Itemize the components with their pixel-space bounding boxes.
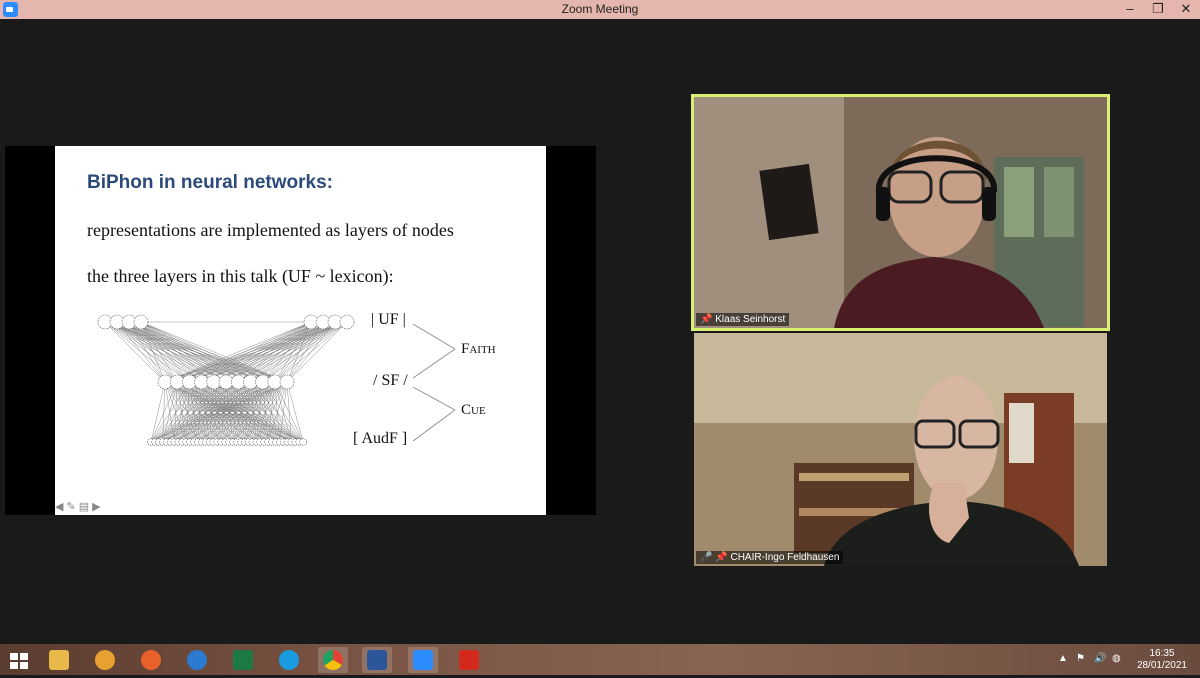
previous-slide-icon[interactable]: ◀ <box>55 501 64 513</box>
zoom-button[interactable] <box>408 647 438 673</box>
system-clock[interactable]: 16:35 28/01/2021 <box>1137 648 1187 672</box>
participant-video <box>694 333 1107 566</box>
network-node <box>194 374 209 390</box>
neural-network-diagram <box>97 314 456 446</box>
close-button[interactable]: ✕ <box>1172 0 1200 19</box>
word-icon <box>367 650 387 670</box>
network-node <box>182 374 197 390</box>
excel-button[interactable] <box>228 647 258 673</box>
edge-legacy-button[interactable] <box>182 647 212 673</box>
edge-button[interactable] <box>274 647 304 673</box>
sf-label: / SF / <box>373 372 408 389</box>
network-icon[interactable]: ◍ <box>1112 653 1121 664</box>
title-bar: Zoom Meeting – ❐ ✕ <box>0 0 1200 19</box>
muted-mic-icon: 🎤 <box>700 552 713 563</box>
excel-icon <box>233 650 253 670</box>
network-node <box>169 374 185 390</box>
acrobat-icon <box>459 650 479 670</box>
edge-legacy-icon <box>187 650 207 670</box>
settings-button[interactable] <box>90 647 120 673</box>
acrobat-button[interactable] <box>454 647 484 673</box>
network-node <box>255 374 270 390</box>
participant-video-tile[interactable]: 🎤 📌 CHAIR-Ingo Feldhausen <box>694 333 1107 566</box>
flag-icon[interactable]: ⚑ <box>1076 653 1085 664</box>
participant-name-label: 🎤 📌 CHAIR-Ingo Feldhausen <box>696 551 844 564</box>
network-node <box>303 314 319 330</box>
slide-navigation: ◀ ✎ ▤ ▶ <box>55 500 104 513</box>
network-node <box>206 374 222 390</box>
network-node <box>97 314 113 330</box>
network-node <box>218 374 234 390</box>
participant-name-label: 📌 Klaas Seinhorst <box>696 313 790 326</box>
menu-icon[interactable]: ▤ <box>79 501 90 513</box>
network-node <box>243 374 258 390</box>
network-node <box>133 314 149 330</box>
minimize-button[interactable]: – <box>1116 0 1144 19</box>
faith-label: Faith <box>461 341 496 357</box>
edge-icon <box>279 650 299 670</box>
word-button[interactable] <box>362 647 392 673</box>
firefox-icon <box>141 650 161 670</box>
participant-video <box>694 97 1107 328</box>
volume-icon[interactable]: 🔊 <box>1094 653 1106 664</box>
next-slide-icon[interactable]: ▶ <box>92 501 101 513</box>
firefox-button[interactable] <box>136 647 166 673</box>
network-node <box>327 314 343 330</box>
audf-label: [ AudF ] <box>353 430 408 447</box>
pen-icon[interactable]: ✎ <box>66 501 76 513</box>
chrome-button[interactable] <box>318 647 348 673</box>
network-node <box>121 314 137 330</box>
network-node <box>315 314 331 330</box>
file-explorer-button[interactable] <box>44 647 74 673</box>
chrome-icon <box>323 650 343 670</box>
network-node <box>339 314 355 330</box>
window-title: Zoom Meeting <box>561 2 639 16</box>
settings-icon <box>95 650 115 670</box>
zoom-icon <box>413 650 433 670</box>
windows-start-icon <box>10 653 28 669</box>
clock-date: 28/01/2021 <box>1136 660 1187 671</box>
windows-taskbar: ▲ ⚑ 🔊 ◍ 16:35 28/01/2021 <box>0 644 1200 675</box>
participant-video-tile[interactable]: 📌 Klaas Seinhorst <box>691 94 1110 331</box>
start-button[interactable] <box>4 647 34 673</box>
uf-label: | UF | <box>371 311 406 328</box>
presentation-slide: BiPhon in neural networks: representatio… <box>55 146 546 515</box>
restore-button[interactable]: ❐ <box>1144 0 1172 19</box>
network-node <box>109 314 125 330</box>
network-node <box>157 374 173 390</box>
network-node <box>230 374 246 390</box>
network-node <box>299 438 307 446</box>
cue-label: Cue <box>461 402 486 418</box>
clock-time: 16:35 <box>1149 648 1175 659</box>
network-node <box>267 374 283 390</box>
show-hidden-icons-button[interactable]: ▲ <box>1058 653 1068 664</box>
file-explorer-icon <box>49 650 69 670</box>
network-node <box>279 374 295 390</box>
